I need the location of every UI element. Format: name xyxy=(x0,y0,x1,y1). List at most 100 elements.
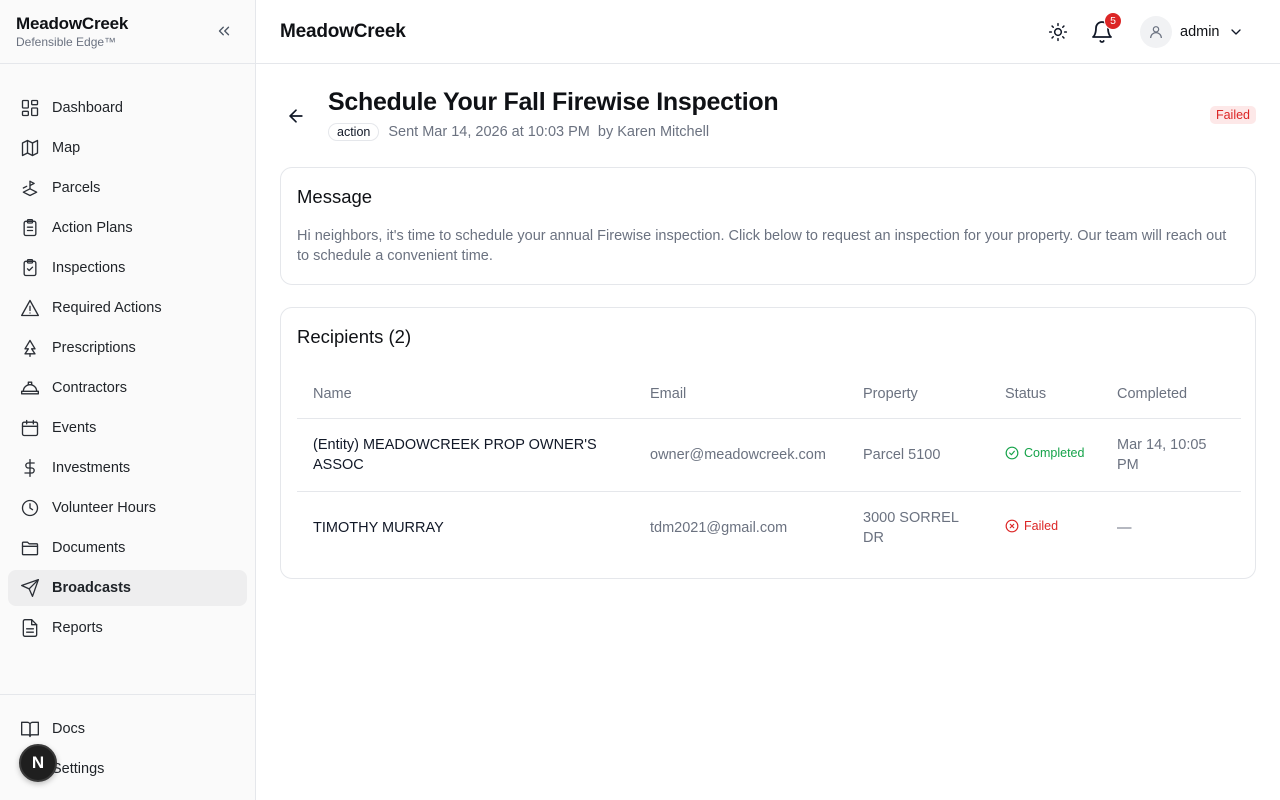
table-header-row: Name Email Property Status Completed xyxy=(297,370,1241,419)
map-icon xyxy=(21,139,39,157)
sidebar-item-action-plans[interactable]: Action Plans xyxy=(8,210,247,246)
send-icon xyxy=(21,579,39,597)
recipient-name: (Entity) MEADOWCREEK PROP OWNER'S ASSOC xyxy=(297,418,634,492)
sidebar-item-label: Parcels xyxy=(52,180,101,196)
tree-icon xyxy=(24,339,36,357)
collapse-sidebar-icon[interactable] xyxy=(215,22,233,40)
recipients-card: Recipients (2) Name Email Property Statu… xyxy=(280,307,1256,579)
sidebar-item-contractors[interactable]: Contractors xyxy=(8,370,247,406)
table-row[interactable]: TIMOTHY MURRAY tdm2021@gmail.com 3000 SO… xyxy=(297,491,1241,564)
sun-icon[interactable] xyxy=(1048,22,1068,42)
sidebar-item-label: Docs xyxy=(52,721,86,737)
recipient-name: TIMOTHY MURRAY xyxy=(313,519,444,536)
chevron-down-icon xyxy=(1230,29,1241,35)
recipient-status: Completed xyxy=(989,418,1101,492)
status-completed: Completed xyxy=(1005,443,1084,463)
status-failed: Failed xyxy=(1005,516,1058,536)
broadcast-author: by Karen Mitchell xyxy=(597,124,710,140)
sidebar-item-label: Documents xyxy=(52,540,126,556)
sent-timestamp: Sent Mar 14, 2026 at 10:03 PM xyxy=(388,124,590,140)
x-circle-icon xyxy=(1005,519,1019,533)
sidebar-item-documents[interactable]: Documents xyxy=(8,530,247,566)
folder-icon xyxy=(21,541,39,556)
broadcast-type-tag: action xyxy=(328,123,380,141)
user-icon xyxy=(1150,26,1162,39)
brand-subtitle: Defensible Edge™ xyxy=(16,35,117,49)
recipient-email: owner@meadowcreek.com xyxy=(634,418,847,492)
broadcast-meta: action Sent Mar 14, 2026 at 10:03 PM by … xyxy=(328,123,709,141)
sidebar-item-inspections[interactable]: Inspections xyxy=(8,250,247,286)
sidebar-item-label: Map xyxy=(52,140,81,156)
sidebar-item-volunteer-hours[interactable]: Volunteer Hours xyxy=(8,490,247,526)
column-header-completed[interactable]: Completed xyxy=(1101,370,1241,419)
table-row[interactable]: (Entity) MEADOWCREEK PROP OWNER'S ASSOC … xyxy=(297,418,1241,492)
status-label: Completed xyxy=(1024,446,1085,460)
sidebar-item-required-actions[interactable]: Required Actions xyxy=(8,290,247,326)
brand: MeadowCreek Defensible Edge™ xyxy=(0,0,255,64)
status-badge: Failed xyxy=(1209,106,1256,124)
message-heading: Message xyxy=(297,186,373,207)
top-header: MeadowCreek 5 admin xyxy=(256,0,1280,64)
recipients-table: Name Email Property Status Completed (En… xyxy=(297,370,1241,564)
sidebar-item-dashboard[interactable]: Dashboard xyxy=(8,90,247,126)
sidebar-item-label: Inspections xyxy=(52,260,126,276)
message-card: Message Hi neighbors, it's time to sched… xyxy=(280,167,1256,285)
dollar-icon xyxy=(24,459,35,477)
sidebar-item-label: Settings xyxy=(52,761,105,777)
sidebar: MeadowCreek Defensible Edge™ Dashboard M… xyxy=(0,0,256,800)
column-header-status[interactable]: Status xyxy=(989,370,1101,419)
sidebar-item-prescriptions[interactable]: Prescriptions xyxy=(8,330,247,366)
recipients-heading: Recipients (2) xyxy=(297,326,412,347)
main-content: Schedule Your Fall Firewise Inspection a… xyxy=(256,64,1280,800)
avatar xyxy=(1140,16,1172,48)
sidebar-item-docs[interactable]: Docs xyxy=(8,711,247,747)
sidebar-item-label: Action Plans xyxy=(52,220,133,236)
user-menu[interactable]: admin xyxy=(1140,16,1244,48)
sidebar-item-label: Broadcasts xyxy=(52,580,131,596)
sidebar-item-label: Volunteer Hours xyxy=(52,500,156,516)
clipboard-icon xyxy=(23,219,37,237)
header-title: MeadowCreek xyxy=(280,20,406,42)
recipient-status: Failed xyxy=(989,491,1101,564)
sidebar-item-map[interactable]: Map xyxy=(8,130,247,166)
page-title: Schedule Your Fall Firewise Inspection xyxy=(328,88,779,116)
sidebar-item-label: Contractors xyxy=(52,380,127,396)
recipient-completed: Mar 14, 10:05 PM xyxy=(1101,418,1241,492)
dashboard-icon xyxy=(21,99,39,117)
sidebar-item-investments[interactable]: Investments xyxy=(8,450,247,486)
recipient-completed: — xyxy=(1117,519,1132,536)
recipient-email: tdm2021@gmail.com xyxy=(650,519,788,536)
sidebar-item-broadcasts[interactable]: Broadcasts xyxy=(8,570,247,606)
check-circle-icon xyxy=(1005,446,1019,460)
parcels-icon xyxy=(22,180,38,197)
book-icon xyxy=(21,721,39,738)
sidebar-item-label: Required Actions xyxy=(52,300,162,316)
floating-action-button[interactable]: N xyxy=(19,744,57,782)
sidebar-item-label: Events xyxy=(52,420,97,436)
recipient-property: Parcel 5100 xyxy=(847,418,989,492)
column-header-property[interactable]: Property xyxy=(847,370,989,419)
file-text-icon xyxy=(22,619,38,637)
sidebar-item-events[interactable]: Events xyxy=(8,410,247,446)
clock-icon xyxy=(21,499,39,517)
column-header-email[interactable]: Email xyxy=(634,370,847,419)
calendar-icon xyxy=(21,419,39,437)
message-body: Hi neighbors, it's time to schedule your… xyxy=(297,228,1227,264)
warning-icon xyxy=(21,299,39,317)
notification-count-badge: 5 xyxy=(1104,12,1122,30)
recipient-property: 3000 SORREL DR xyxy=(863,509,959,546)
status-label: Failed xyxy=(1024,519,1059,534)
sidebar-item-label: Prescriptions xyxy=(52,340,136,356)
sidebar-item-parcels[interactable]: Parcels xyxy=(8,170,247,206)
sidebar-nav: Dashboard Map Parcels Action Plans Inspe… xyxy=(0,64,255,646)
sidebar-item-label: Dashboard xyxy=(52,100,123,116)
brand-title: MeadowCreek xyxy=(16,14,129,33)
sidebar-item-label: Investments xyxy=(52,460,131,476)
sidebar-item-reports[interactable]: Reports xyxy=(8,610,247,646)
sidebar-item-label: Reports xyxy=(52,620,103,636)
hard-hat-icon xyxy=(21,381,39,395)
clipboard-check-icon xyxy=(23,259,37,277)
column-header-name[interactable]: Name xyxy=(297,370,634,419)
back-arrow-icon[interactable] xyxy=(286,106,306,126)
user-name: admin xyxy=(1180,24,1220,40)
